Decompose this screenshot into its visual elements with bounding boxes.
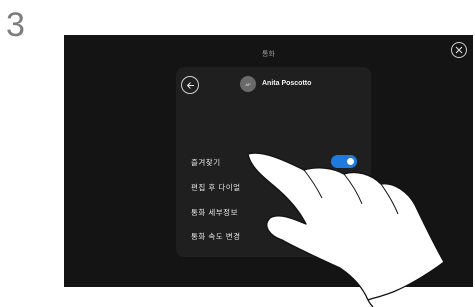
close-icon [455,46,463,54]
back-button[interactable] [181,76,199,94]
toggle-knob [347,158,354,165]
step-number: 3 [6,6,25,44]
menu-item-favorite[interactable]: 즐겨찾기 [191,157,221,168]
contact-name: Anita Poscotto [262,80,312,87]
menu-item-edit-and-dial[interactable]: 편집 후 다이얼 [191,182,241,193]
close-button[interactable] [451,42,467,58]
chevron-right-icon [347,181,353,193]
avatar: AP [240,76,256,92]
back-arrow-icon [186,81,194,89]
call-options-panel: AP Anita Poscotto 즐겨찾기 편집 후 다이얼 통화 세부정보 … [176,67,371,257]
screen-title: 통화 [262,51,275,58]
chevron-right-icon [347,206,353,218]
menu-item-call-details[interactable]: 통화 세부정보 [191,207,238,218]
favorite-toggle[interactable] [331,155,357,168]
device-screen: 통화 AP Anita Poscotto 즐겨찾기 편집 후 다이얼 통화 세부… [64,35,473,287]
menu-item-change-call-rate[interactable]: 통화 속도 변경 [191,231,241,242]
